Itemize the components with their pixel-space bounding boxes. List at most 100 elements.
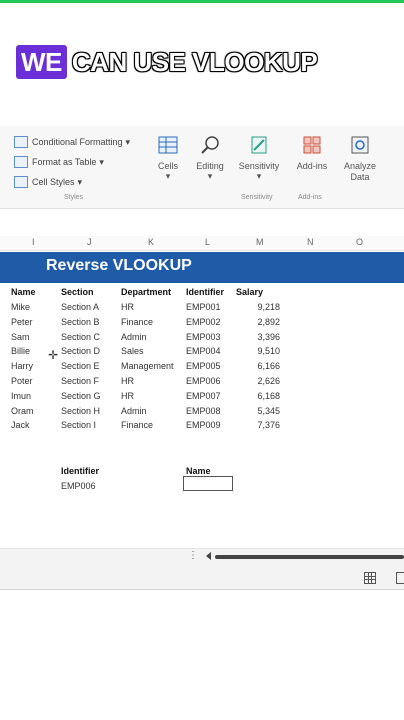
cell-name[interactable]: Imun (11, 391, 31, 401)
cell-section[interactable]: Section G (61, 391, 101, 401)
cell-section[interactable]: Section E (61, 361, 100, 371)
chevron-down-icon: ▾ (125, 136, 131, 147)
lookup-identifier-label[interactable]: Identifier (61, 466, 99, 476)
page-layout-view-icon[interactable] (396, 572, 404, 584)
cell-section[interactable]: Section H (61, 406, 100, 416)
analyze-data-button[interactable]: Analyze Data (340, 134, 380, 183)
format-as-table-icon (14, 156, 28, 168)
cell-identifier[interactable]: EMP005 (186, 361, 221, 371)
lookup-name-cell[interactable] (183, 476, 233, 491)
add-ins-icon (303, 136, 321, 154)
cell-section[interactable]: Section D (61, 346, 100, 356)
cell-section[interactable]: Section B (61, 317, 100, 327)
cells-icon (158, 136, 178, 154)
cell-styles-icon (14, 176, 28, 188)
scroll-left-arrow-icon[interactable] (206, 552, 211, 560)
cell-salary[interactable]: 2,626 (240, 376, 280, 386)
lookup-name-label[interactable]: Name (186, 466, 211, 476)
column-header-bar: I J K L M N O (0, 236, 404, 251)
column-header-l[interactable]: L (205, 237, 210, 247)
conditional-formatting-icon (14, 136, 28, 148)
cell-department[interactable]: Finance (121, 317, 153, 327)
cell-name[interactable]: Oram (11, 406, 34, 416)
cell-salary[interactable]: 9,218 (240, 302, 280, 312)
column-header-n[interactable]: N (307, 237, 314, 247)
cell-section[interactable]: Section A (61, 302, 99, 312)
header-name[interactable]: Name (11, 287, 36, 297)
cell-department[interactable]: Sales (121, 346, 144, 356)
cell-department[interactable]: Management (121, 361, 174, 371)
add-ins-label: Add-ins (296, 161, 328, 171)
cell-identifier[interactable]: EMP006 (186, 376, 221, 386)
format-as-table-button[interactable]: Format as Table ▾ (14, 156, 104, 168)
cell-name[interactable]: Peter (11, 317, 33, 327)
chevron-down-icon: ▾ (165, 171, 171, 181)
analyze-data-icon (351, 136, 369, 154)
cell-name[interactable]: Poter (11, 376, 33, 386)
group-label-add-ins: Add-ins (298, 194, 322, 201)
cell-section[interactable]: Section F (61, 376, 99, 386)
cell-name[interactable]: Sam (11, 332, 30, 342)
top-accent-line (0, 0, 404, 3)
cell-salary[interactable]: 9,510 (240, 346, 280, 356)
column-header-m[interactable]: M (256, 237, 264, 247)
column-header-o[interactable]: O (356, 237, 363, 247)
cell-identifier[interactable]: EMP008 (186, 406, 221, 416)
add-ins-button[interactable]: Add-ins (292, 134, 332, 171)
conditional-formatting-label: Conditional Formatting (32, 137, 123, 147)
column-header-j[interactable]: J (87, 237, 92, 247)
cell-department[interactable]: HR (121, 391, 134, 401)
editing-icon (201, 136, 219, 154)
editing-button[interactable]: Editing ▾ (192, 134, 228, 182)
cell-identifier[interactable]: EMP007 (186, 391, 221, 401)
cell-section[interactable]: Section C (61, 332, 100, 342)
cell-department[interactable]: HR (121, 376, 134, 386)
column-header-i[interactable]: I (32, 237, 35, 247)
cells-label: Cells (157, 161, 178, 171)
sensitivity-icon (251, 136, 267, 154)
editing-label: Editing (196, 161, 224, 171)
cell-salary[interactable]: 6,166 (240, 361, 280, 371)
cell-name[interactable]: Harry (11, 361, 33, 371)
sheet-title: Reverse VLOOKUP (46, 257, 192, 274)
cell-name[interactable]: Mike (11, 302, 30, 312)
header-identifier[interactable]: Identifier (186, 287, 224, 297)
cell-department[interactable]: Finance (121, 420, 153, 430)
chevron-down-icon: ▾ (99, 156, 104, 167)
cell-identifier[interactable]: EMP002 (186, 317, 221, 327)
cell-identifier[interactable]: EMP003 (186, 332, 221, 342)
cells-button[interactable]: Cells ▾ (153, 134, 183, 182)
cell-section[interactable]: Section I (61, 420, 96, 430)
chevron-down-icon: ▾ (207, 171, 213, 181)
group-label-sensitivity: Sensitivity (241, 194, 273, 201)
chevron-down-icon: ▾ (256, 171, 262, 181)
cell-salary[interactable]: 3,396 (240, 332, 280, 342)
cell-cursor-icon: ✛ (48, 348, 59, 362)
conditional-formatting-button[interactable]: Conditional Formatting ▾ (14, 136, 130, 148)
cell-styles-button[interactable]: Cell Styles ▾ (14, 176, 82, 188)
horizontal-scrollbar[interactable] (215, 555, 404, 559)
cell-identifier[interactable]: EMP009 (186, 420, 221, 430)
sensitivity-button[interactable]: Sensitivity ▾ (237, 134, 281, 182)
cell-name[interactable]: Billie (11, 346, 30, 356)
more-options-icon[interactable]: ⋮ (188, 551, 198, 561)
header-section[interactable]: Section (61, 287, 94, 297)
cell-department[interactable]: HR (121, 302, 134, 312)
cell-salary[interactable]: 6,168 (240, 391, 280, 401)
cell-salary[interactable]: 5,345 (240, 406, 280, 416)
header-salary[interactable]: Salary (236, 287, 263, 297)
cell-salary[interactable]: 2,892 (240, 317, 280, 327)
cell-identifier[interactable]: EMP004 (186, 346, 221, 356)
cell-salary[interactable]: 7,376 (240, 420, 280, 430)
column-header-k[interactable]: K (148, 237, 154, 247)
analyze-data-label: Analyze Data (343, 161, 377, 182)
header-department[interactable]: Department (121, 287, 171, 297)
cell-styles-label: Cell Styles (32, 177, 75, 187)
cell-department[interactable]: Admin (121, 406, 147, 416)
cell-name[interactable]: Jack (11, 420, 30, 430)
lookup-identifier-value[interactable]: EMP006 (61, 481, 96, 491)
cell-identifier[interactable]: EMP001 (186, 302, 221, 312)
cell-department[interactable]: Admin (121, 332, 147, 342)
sensitivity-label: Sensitivity (238, 161, 280, 171)
normal-view-icon[interactable] (364, 572, 376, 584)
